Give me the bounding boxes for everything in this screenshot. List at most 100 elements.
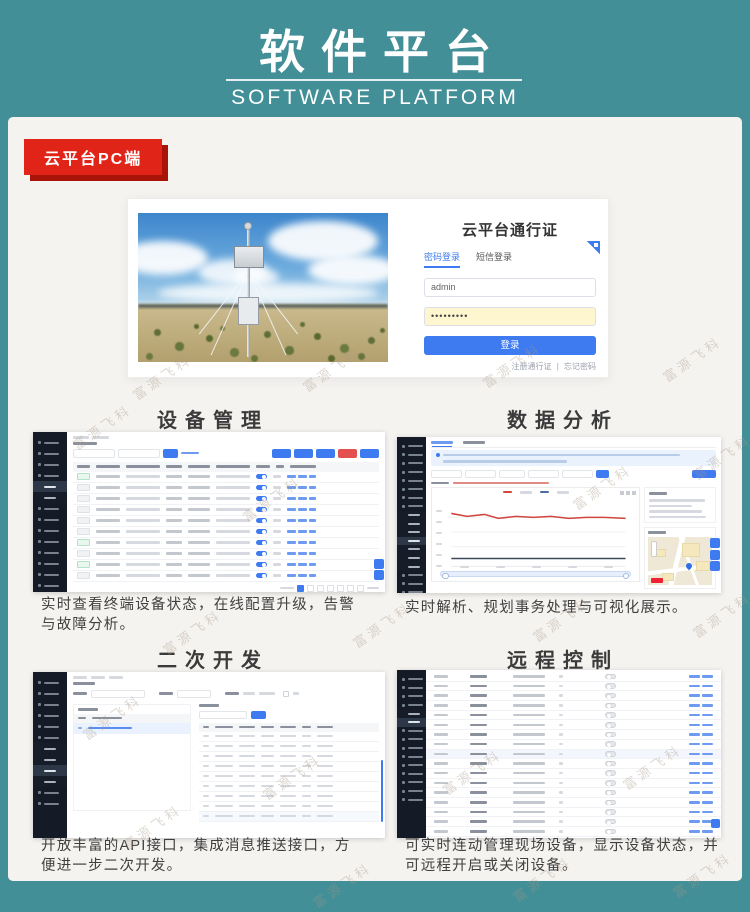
sidebar-menu-item (397, 787, 426, 796)
mini-left-list (73, 704, 191, 811)
sidebar-menu-item (33, 721, 67, 732)
toggle-on-icon (256, 485, 267, 491)
toggle-on-icon (256, 551, 267, 557)
table-row (199, 732, 379, 742)
sidebar-menu-item (397, 494, 426, 503)
mini-table-rows (199, 732, 379, 822)
sidebar-menu-item (33, 448, 67, 459)
table-row (426, 798, 721, 808)
mini-line-chart (431, 487, 640, 582)
sidebar-menu-item (397, 442, 426, 451)
login-title: 云平台通行证 (424, 219, 596, 240)
sidebar-menu-item (397, 761, 426, 770)
title-divider (226, 79, 522, 81)
sidebar-menu-item (33, 710, 67, 721)
sidebar-menu-item (33, 699, 67, 710)
table-row (73, 483, 379, 494)
table-row (426, 672, 721, 682)
sidebar-menu-item (33, 787, 67, 798)
mini-map-card (644, 527, 716, 589)
field-station-photo (138, 213, 388, 362)
qr-login-icon[interactable] (586, 241, 600, 255)
table-row (199, 782, 379, 792)
mini-main (426, 670, 721, 838)
register-link[interactable]: 注册通行证 (511, 362, 551, 371)
sidebar-menu-item (33, 547, 67, 558)
password-input[interactable]: ••••••••• (424, 307, 596, 326)
table-row (426, 691, 721, 701)
table-row (73, 549, 379, 560)
sidebar-menu-item (397, 468, 426, 477)
mini-float-buttons (710, 538, 720, 571)
mini-sidebar (397, 437, 426, 593)
sidebar-menu-item (397, 770, 426, 779)
login-screenshot: 云平台通行证 密码登录 短信登录 admin ••••••••• 登录 注册通行… (127, 198, 609, 378)
sidebar-menu-item (33, 437, 67, 448)
tab-sms-login[interactable]: 短信登录 (476, 250, 512, 268)
content-panel: 云平台PC端 云平台通行证 密码登录 短信登录 (8, 117, 742, 881)
sidebar-menu-item (397, 701, 426, 710)
section-title-dev: 二次开发 (33, 644, 385, 673)
login-tabs: 密码登录 短信登录 (424, 250, 596, 268)
table-row (426, 817, 721, 827)
sidebar-menu-item (33, 558, 67, 569)
mini-float-buttons (374, 559, 384, 581)
equipment-box (238, 297, 259, 325)
desc-remote: 可实时连动管理现场设备，显示设备状态，并可远程开启或关闭设备。 (405, 836, 727, 877)
sidebar-menu-item (397, 718, 426, 727)
table-row (73, 527, 379, 538)
toggle-on-icon (256, 474, 267, 480)
sidebar-menu-item (397, 580, 426, 589)
login-form: 云平台通行证 密码登录 短信登录 admin ••••••••• 登录 注册通行… (424, 219, 596, 372)
login-button[interactable]: 登录 (424, 336, 596, 355)
sidebar-menu-item (397, 537, 426, 546)
sidebar-menu-item (33, 459, 67, 470)
tab-password-login[interactable]: 密码登录 (424, 250, 460, 268)
sidebar-menu-item (397, 528, 426, 537)
desert-shrubs (138, 213, 141, 216)
mini-right-table (199, 704, 379, 822)
sidebar-menu-item (397, 744, 426, 753)
sidebar-menu-item (397, 727, 426, 736)
table-row (199, 742, 379, 752)
sidebar-menu-item (397, 502, 426, 511)
sidebar-menu-item (33, 536, 67, 547)
toggle-off-icon (605, 732, 616, 738)
toggle-off-icon (605, 712, 616, 718)
toggle-on-icon (256, 573, 267, 579)
toggle-off-icon (605, 722, 616, 728)
toggle-off-icon (605, 770, 616, 776)
table-row (426, 779, 721, 789)
page-subtitle: SOFTWARE PLATFORM (0, 86, 750, 110)
sidebar-menu-item (33, 481, 67, 492)
table-row (426, 750, 721, 760)
table-row (73, 516, 379, 527)
device-management-screenshot (33, 432, 385, 592)
mini-info-banner (431, 450, 716, 466)
table-row (73, 494, 379, 505)
mini-map (648, 537, 712, 585)
sidebar-menu-item (397, 485, 426, 494)
table-row (73, 472, 379, 483)
page-title: 软件平台 (0, 16, 750, 82)
sidebar-menu-item (33, 492, 67, 503)
table-row (199, 772, 379, 782)
map-logo (651, 578, 663, 583)
sidebar-menu-item (397, 778, 426, 787)
table-row (426, 711, 721, 721)
username-input[interactable]: admin (424, 278, 596, 297)
table-row (73, 538, 379, 549)
sidebar-menu-item (397, 692, 426, 701)
mini-float-buttons (711, 819, 720, 828)
sidebar-menu-item (33, 677, 67, 688)
sidebar-menu-item (397, 675, 426, 684)
sidebar-menu-item (33, 743, 67, 754)
sidebar-menu-item (397, 571, 426, 580)
sidebar-menu-item (33, 580, 67, 591)
mini-sidebar (33, 432, 67, 592)
forgot-password-link[interactable]: 忘记密码 (564, 362, 596, 371)
sidebar-menu-item (33, 688, 67, 699)
toggle-on-icon (256, 496, 267, 502)
data-analysis-screenshot (397, 437, 721, 593)
toggle-on-icon (256, 540, 267, 546)
